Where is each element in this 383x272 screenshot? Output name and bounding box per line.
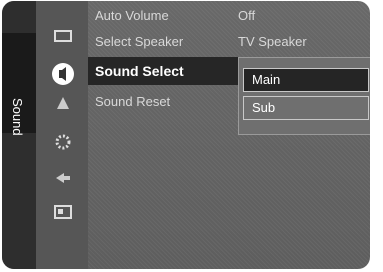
menu-label: Select Speaker bbox=[95, 34, 184, 49]
dropdown-option-main[interactable]: Main bbox=[243, 68, 369, 92]
application-icon[interactable] bbox=[52, 201, 74, 223]
menu-row-auto-volume[interactable]: Auto Volume Off bbox=[88, 3, 370, 29]
menu-row-select-speaker[interactable]: Select Speaker TV Speaker bbox=[88, 29, 370, 55]
tab-label: Sound bbox=[10, 98, 25, 136]
osd-menu: Sound Auto Volume Off Select Speaker TV … bbox=[2, 1, 370, 269]
menu-value: Off bbox=[238, 8, 256, 23]
sound-select-dropdown: Main Sub bbox=[238, 57, 370, 135]
menu-label: Auto Volume bbox=[95, 8, 169, 23]
menu-label: Sound Select bbox=[95, 63, 184, 79]
channel-icon[interactable] bbox=[52, 93, 74, 115]
icon-column bbox=[36, 1, 88, 269]
menu-value: TV Speaker bbox=[238, 34, 307, 49]
picture-icon[interactable] bbox=[52, 25, 74, 47]
tab-sound[interactable]: Sound bbox=[2, 33, 36, 136]
dropdown-option-sub[interactable]: Sub bbox=[243, 96, 369, 120]
input-icon[interactable] bbox=[52, 167, 74, 189]
menu-panel: Auto Volume Off Select Speaker TV Speake… bbox=[88, 1, 370, 269]
setup-icon[interactable] bbox=[52, 131, 74, 153]
menu-label: Sound Reset bbox=[95, 94, 171, 109]
sound-icon[interactable] bbox=[50, 61, 76, 87]
